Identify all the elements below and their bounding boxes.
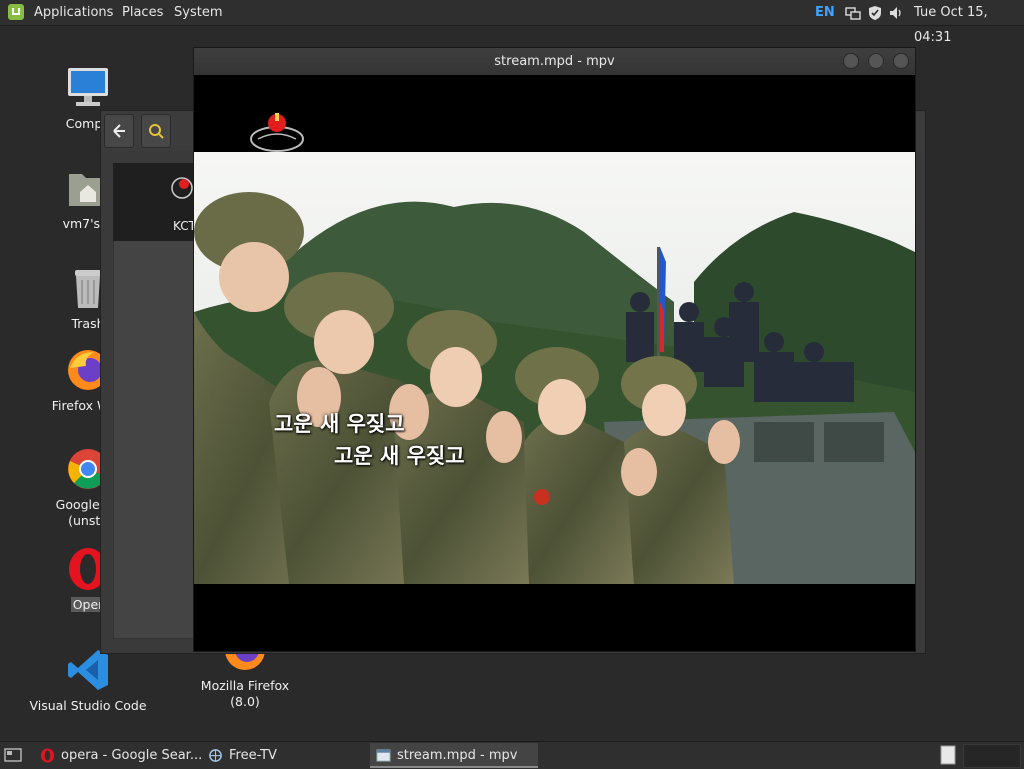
search-button[interactable] <box>141 114 171 148</box>
window-title: stream.mpd - mpv <box>494 54 615 69</box>
subtitle-line-2: 고운 새 우짖고 <box>334 443 465 468</box>
desktop-icon-label: Mozilla Firefox (8.0) <box>200 678 290 709</box>
vscode-icon <box>68 650 108 690</box>
subtitle-line-1: 고운 새 우짖고 <box>274 411 405 436</box>
video-area[interactable]: 고운 새 우짖고 고운 새 우짖고 <box>194 75 915 651</box>
taskbar-item-free-tv[interactable]: Free-TV <box>202 743 368 768</box>
minimize-button[interactable] <box>843 53 859 69</box>
shield-icon[interactable] <box>867 5 883 21</box>
taskbar-item-label: Free-TV <box>229 748 277 763</box>
mpv-window[interactable]: stream.mpd - mpv 고운 새 우짖고 고운 새 우짖고 <box>193 47 916 652</box>
taskbar-item-mpv[interactable]: stream.mpd - mpv <box>370 743 538 768</box>
close-button[interactable] <box>893 53 909 69</box>
places-menu[interactable]: Places <box>122 0 163 25</box>
desktop-icon-label: Visual Studio Code <box>29 698 147 713</box>
mint-logo-icon <box>8 4 24 20</box>
network-icon[interactable] <box>845 5 861 21</box>
channel-logo-icon <box>250 113 304 152</box>
applications-menu-label: Applications <box>34 5 114 20</box>
opera-icon <box>40 748 55 763</box>
taskbar-item-label: stream.mpd - mpv <box>397 748 518 763</box>
clock[interactable]: Tue Oct 15, 04:31 <box>914 0 1024 50</box>
top-panel: Applications Places System EN Tue Oct 15… <box>0 0 1024 45</box>
back-arrow-icon <box>113 124 125 138</box>
system-menu[interactable]: System <box>174 0 222 25</box>
taskbar-item-label: opera - Google Sear... <box>61 748 203 763</box>
show-desktop-icon[interactable] <box>4 747 22 763</box>
workspace-switcher-icon[interactable] <box>939 745 957 765</box>
mpv-titlebar[interactable]: stream.mpd - mpv <box>194 48 915 75</box>
kct-emblem-icon <box>171 177 193 199</box>
video-frame <box>194 152 915 584</box>
window-icon <box>376 749 391 762</box>
maximize-button[interactable] <box>868 53 884 69</box>
applications-menu[interactable]: Applications <box>0 0 116 25</box>
free-tv-icon <box>209 749 222 762</box>
taskbar: opera - Google Sear... Free-TV stream.mp… <box>0 741 1024 769</box>
computer-icon <box>68 68 108 106</box>
search-icon <box>149 124 164 139</box>
back-button[interactable] <box>104 114 134 148</box>
taskbar-item-opera[interactable]: opera - Google Sear... <box>34 743 203 768</box>
keyboard-layout-indicator[interactable]: EN <box>815 0 835 25</box>
volume-icon[interactable] <box>888 5 904 21</box>
workspace-2[interactable] <box>963 744 1021 768</box>
